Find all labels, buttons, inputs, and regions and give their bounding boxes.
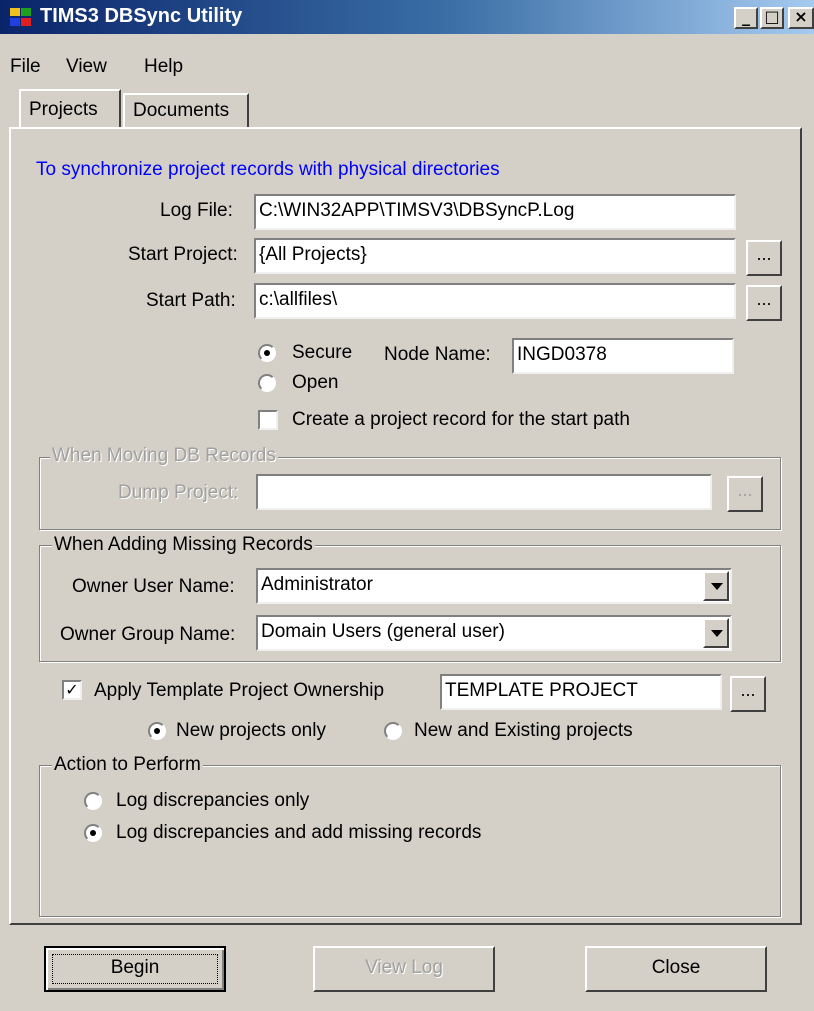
log-only-label: Log discrepancies only <box>116 790 310 811</box>
log-file-input[interactable]: C:\WIN32APP\TIMSV3\DBSyncP.Log <box>254 194 736 230</box>
close-button[interactable]: Close <box>585 946 767 992</box>
open-radio[interactable] <box>258 374 276 392</box>
adding-records-legend: When Adding Missing Records <box>52 534 315 556</box>
moving-records-legend: When Moving DB Records <box>50 445 278 467</box>
owner-user-dropdown-button[interactable] <box>703 571 729 601</box>
window-title: TIMS3 DBSync Utility <box>40 5 243 27</box>
open-label: Open <box>292 372 339 393</box>
owner-group-label: Owner Group Name: <box>60 624 236 645</box>
new-and-existing-label: New and Existing projects <box>414 720 633 741</box>
begin-button[interactable]: Begin <box>44 946 226 992</box>
tab-projects[interactable]: Projects <box>19 89 121 129</box>
new-projects-only-radio[interactable] <box>148 722 166 740</box>
template-label: Apply Template Project Ownership <box>94 680 385 701</box>
dump-project-input[interactable] <box>256 474 712 510</box>
maximize-icon: □ <box>764 7 780 26</box>
start-path-browse-button[interactable]: ... <box>746 285 782 321</box>
node-name-label: Node Name: <box>384 344 491 365</box>
start-path-label: Start Path: <box>146 290 236 311</box>
menu-view[interactable]: View <box>66 56 107 78</box>
start-project-input[interactable]: {All Projects} <box>254 238 736 274</box>
dump-project-label: Dump Project: <box>118 482 239 503</box>
secure-radio[interactable] <box>258 344 276 362</box>
log-and-add-radio[interactable] <box>84 824 102 842</box>
app-icon <box>10 8 31 26</box>
start-path-input[interactable]: c:\allfiles\ <box>254 283 736 319</box>
checkmark-icon: ✓ <box>65 680 79 699</box>
create-record-checkbox[interactable] <box>258 410 278 430</box>
menu-help[interactable]: Help <box>144 56 183 78</box>
secure-label: Secure <box>292 342 353 363</box>
close-window-button[interactable]: × <box>788 7 814 29</box>
minimize-icon: _ <box>742 7 750 26</box>
node-name-input[interactable]: INGD0378 <box>512 338 734 374</box>
minimize-button[interactable]: _ <box>734 7 758 29</box>
owner-user-value: Administrator <box>261 574 373 595</box>
owner-user-select[interactable]: Administrator <box>256 568 732 604</box>
action-legend: Action to Perform <box>52 754 203 776</box>
log-and-add-label: Log discrepancies and add missing record… <box>116 822 482 843</box>
description-text: To synchronize project records with phys… <box>36 159 500 180</box>
tab-documents[interactable]: Documents <box>123 93 249 127</box>
owner-group-select[interactable]: Domain Users (general user) <box>256 615 732 651</box>
new-and-existing-radio[interactable] <box>384 722 402 740</box>
log-file-label: Log File: <box>160 200 233 221</box>
owner-group-value: Domain Users (general user) <box>261 621 505 642</box>
create-record-label: Create a project record for the start pa… <box>292 409 630 430</box>
close-icon: × <box>794 7 808 26</box>
new-projects-only-label: New projects only <box>176 720 326 741</box>
owner-group-dropdown-button[interactable] <box>703 618 729 648</box>
start-project-label: Start Project: <box>128 244 238 265</box>
owner-user-label: Owner User Name: <box>72 576 235 597</box>
template-browse-button[interactable]: ... <box>730 676 766 712</box>
template-checkbox[interactable]: ✓ <box>62 680 82 700</box>
view-log-button[interactable]: View Log <box>313 946 495 992</box>
start-project-browse-button[interactable]: ... <box>746 240 782 276</box>
menu-file[interactable]: File <box>10 56 41 78</box>
dump-project-browse-button[interactable]: ... <box>727 476 763 512</box>
log-only-radio[interactable] <box>84 792 102 810</box>
maximize-button[interactable]: □ <box>760 7 784 29</box>
template-project-input[interactable]: TEMPLATE PROJECT <box>440 674 722 710</box>
